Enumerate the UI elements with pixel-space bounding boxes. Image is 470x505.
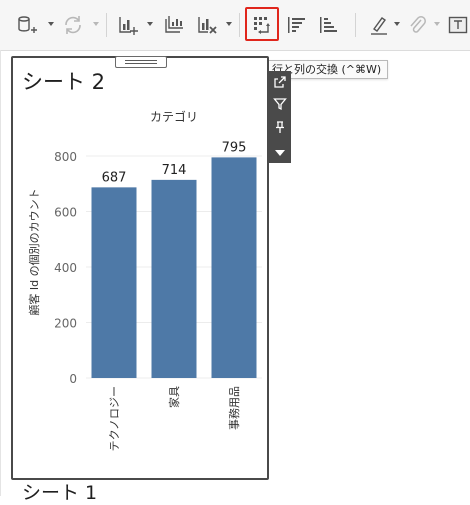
data-label: 714 [162,163,187,178]
data-label: 795 [222,140,247,155]
y-tick-label: 200 [54,317,77,331]
next-sheet-title: シート 1 [22,482,98,504]
bar[interactable] [91,187,137,378]
bar[interactable] [151,179,197,378]
column-header: カテゴリ [150,109,198,124]
y-tick-label: 0 [69,372,77,386]
y-tick-label: 600 [54,206,77,220]
y-tick-label: 800 [54,150,77,164]
bar[interactable] [211,157,257,378]
y-tick-label: 400 [54,261,77,275]
data-label: 687 [102,170,127,185]
bar-chart: 0200400600800687テクノロジー714家具795事務用品 カテゴリ … [27,109,262,451]
category-label: 家具 [167,386,181,408]
category-label: 事務用品 [227,386,241,430]
y-axis-label: 顧客 Id の個別のカウント [27,188,41,315]
category-label: テクノロジー [108,386,121,451]
